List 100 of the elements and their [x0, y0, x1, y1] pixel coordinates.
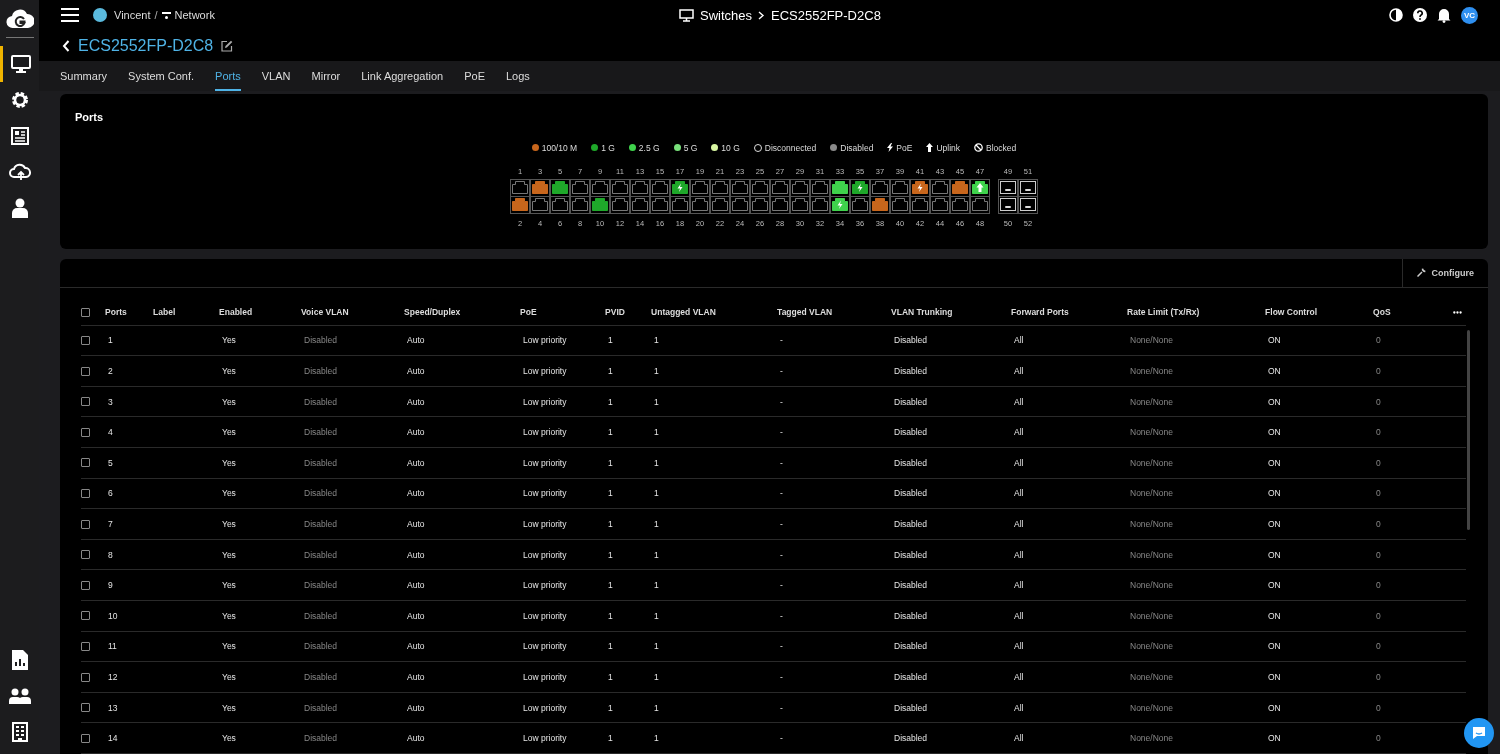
column-header: Voice VLAN — [301, 307, 350, 318]
table-cell: Low priority — [523, 366, 567, 377]
bell-icon[interactable] — [1437, 7, 1451, 24]
port-icon[interactable] — [591, 198, 608, 212]
checkbox[interactable] — [81, 550, 90, 560]
sfp-port-icon[interactable] — [999, 198, 1016, 212]
port-icon[interactable] — [551, 181, 568, 195]
checkbox[interactable] — [81, 488, 90, 498]
table-cell: None/None — [1130, 396, 1173, 407]
table-cell: Yes — [222, 396, 236, 407]
tab[interactable]: Mirror — [311, 60, 341, 91]
tab[interactable]: System Conf. — [128, 60, 195, 91]
table-cell: Disabled — [894, 335, 928, 346]
table-cell: All — [1014, 641, 1024, 652]
checkbox[interactable] — [81, 733, 90, 743]
table-cell: Disabled — [894, 702, 928, 713]
table-cell: 0 — [1376, 457, 1381, 468]
table-cell: Yes — [222, 641, 236, 652]
contrast-icon[interactable] — [1389, 8, 1403, 23]
table-cell: Disabled — [894, 427, 928, 438]
table-cell: All — [1014, 427, 1024, 438]
checkbox[interactable] — [81, 336, 90, 345]
table-cell: Yes — [222, 488, 236, 499]
tab[interactable]: PoE — [464, 60, 485, 91]
checkbox[interactable] — [81, 397, 90, 407]
checkbox[interactable] — [81, 672, 90, 682]
column-header: PoE — [520, 307, 538, 318]
table-cell: Disabled — [304, 396, 338, 407]
scrollbar[interactable] — [1467, 329, 1470, 530]
table-cell: Yes — [222, 702, 236, 713]
table-cell: 10 — [108, 610, 118, 621]
table-cell: - — [780, 702, 783, 713]
table-cell: Low priority — [523, 457, 567, 468]
legend-label: PoE — [896, 142, 913, 153]
table-cell: 3 — [108, 396, 113, 407]
table-cell: 1 — [608, 335, 613, 346]
table-cell: Auto — [407, 427, 425, 438]
table-cell: ON — [1268, 519, 1281, 530]
port-icon[interactable] — [851, 181, 868, 195]
tab[interactable]: Link Aggregation — [361, 60, 444, 91]
edit-icon[interactable] — [221, 39, 234, 52]
table-cell: Yes — [222, 519, 236, 530]
sfp-port-icon[interactable] — [1019, 198, 1036, 212]
breadcrumb-item: ECS2552FP-D2C8 — [771, 7, 881, 23]
column-header: Enabled — [219, 307, 254, 318]
tab[interactable]: Summary — [60, 60, 108, 91]
sfp-port-icon[interactable] — [999, 181, 1016, 195]
checkbox[interactable] — [81, 427, 90, 437]
table-cell: ON — [1268, 610, 1281, 621]
port-icon[interactable] — [911, 181, 928, 195]
column-header: Flow Control — [1265, 307, 1318, 318]
port-icon[interactable] — [671, 181, 688, 195]
tab[interactable]: Logs — [506, 60, 530, 91]
chat-icon — [1472, 726, 1486, 740]
table-cell: 1 — [654, 549, 659, 560]
table-cell: All — [1014, 672, 1024, 682]
table-cell: ON — [1268, 549, 1281, 560]
tab[interactable]: VLAN — [261, 60, 291, 91]
table-cell: None/None — [1130, 733, 1173, 744]
table-cell: Yes — [222, 610, 236, 621]
org-link[interactable]: Vincent — [114, 9, 151, 22]
table-cell: - — [780, 335, 783, 346]
table-cell: 1 — [608, 519, 613, 530]
port-icon[interactable] — [831, 181, 848, 195]
help-icon[interactable] — [1413, 8, 1427, 23]
table-cell: Low priority — [523, 396, 567, 407]
table-cell: 7 — [108, 519, 113, 530]
checkbox[interactable] — [81, 611, 90, 621]
checkbox[interactable] — [81, 307, 90, 317]
checkbox[interactable] — [81, 458, 90, 468]
checkbox[interactable] — [81, 641, 90, 651]
checkbox[interactable] — [81, 519, 90, 529]
breadcrumb-item[interactable]: Switches — [700, 7, 753, 23]
menu-icon[interactable] — [61, 8, 79, 23]
back-icon[interactable] — [62, 39, 70, 52]
table-cell: Auto — [407, 335, 425, 346]
port-icon[interactable] — [831, 198, 848, 212]
sfp-port-icon[interactable] — [1019, 181, 1036, 195]
port-icon[interactable] — [971, 181, 988, 195]
table-cell: 1 — [654, 641, 659, 652]
table-cell: 0 — [1376, 396, 1381, 407]
network-link[interactable]: Network — [174, 9, 215, 22]
table-cell: 13 — [108, 702, 118, 713]
tab[interactable]: Ports — [215, 60, 241, 91]
table-cell: All — [1014, 519, 1024, 530]
more-icon[interactable] — [1453, 310, 1462, 314]
up-arrow-icon — [926, 143, 934, 153]
breadcrumb-separator: / — [154, 9, 158, 22]
table-cell: Yes — [222, 549, 236, 560]
checkbox[interactable] — [81, 703, 90, 713]
table-cell: - — [780, 519, 783, 530]
table-cell: 0 — [1376, 427, 1381, 438]
legend-label: Disabled — [840, 142, 874, 153]
table-cell: 12 — [108, 672, 118, 682]
checkbox[interactable] — [81, 366, 90, 376]
checkbox[interactable] — [81, 580, 90, 590]
table-cell: None/None — [1130, 427, 1173, 438]
table-cell: Yes — [222, 580, 236, 591]
configure-button[interactable]: Configure — [1401, 258, 1488, 287]
table-cell: 0 — [1376, 549, 1381, 560]
